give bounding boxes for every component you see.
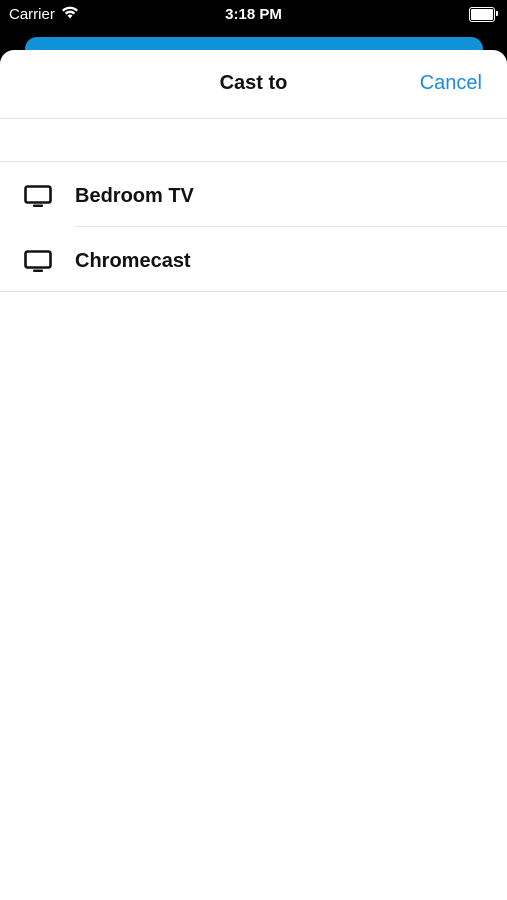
sheet-header: Cast to Cancel xyxy=(0,50,507,119)
device-label: Chromecast xyxy=(75,250,191,272)
tv-icon xyxy=(24,250,52,274)
status-bar: Carrier 3:18 PM xyxy=(0,0,507,30)
cast-sheet: Cast to Cancel Bedroom TV Chromecast xyxy=(0,50,507,900)
battery-icon xyxy=(469,7,498,22)
cancel-button[interactable]: Cancel xyxy=(420,72,482,95)
device-list: Bedroom TV Chromecast xyxy=(0,162,507,292)
tv-icon xyxy=(24,185,52,209)
device-row-bedroom-tv[interactable]: Bedroom TV xyxy=(0,162,507,227)
device-row-chromecast[interactable]: Chromecast xyxy=(0,227,507,292)
section-spacer xyxy=(0,119,507,162)
status-time: 3:18 PM xyxy=(225,6,282,23)
device-label: Bedroom TV xyxy=(75,185,194,207)
row-divider xyxy=(0,291,507,292)
